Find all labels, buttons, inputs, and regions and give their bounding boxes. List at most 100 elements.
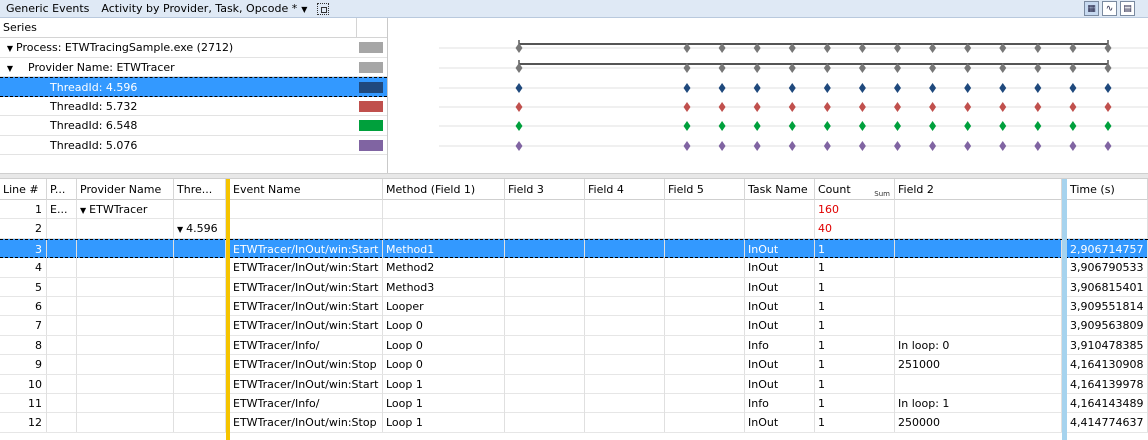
chevron-down-icon[interactable]: ▼	[301, 5, 307, 14]
event-marker[interactable]	[964, 141, 972, 151]
event-marker[interactable]	[1104, 121, 1112, 131]
table-row[interactable]: 5 ETWTracer/InOut/win:Start Method3 InOut 1 3…	[0, 277, 1148, 297]
event-marker[interactable]	[1104, 141, 1112, 151]
event-marker[interactable]	[683, 102, 691, 112]
table-row[interactable]: 2 ▼ 4.596 40	[0, 219, 1148, 239]
event-marker[interactable]	[788, 83, 796, 93]
table-row[interactable]: 7 ETWTracer/InOut/win:Start Loop 0 InOut 1 3,…	[0, 316, 1148, 336]
event-marker[interactable]	[929, 83, 937, 93]
series-color-swatch[interactable]	[359, 61, 383, 73]
graphing-divider[interactable]	[1062, 179, 1067, 440]
event-marker[interactable]	[753, 141, 761, 151]
table-row[interactable]: 12 ETWTracer/InOut/win:Stop Loop 1 InOut 1 25…	[0, 413, 1148, 433]
graph-view-icon[interactable]: ∿	[1102, 1, 1117, 16]
event-marker[interactable]	[718, 102, 726, 112]
column-header-count[interactable]: Count Sum	[815, 179, 895, 200]
event-marker[interactable]	[515, 83, 523, 93]
event-marker[interactable]	[823, 121, 831, 131]
event-graph[interactable]	[389, 18, 1148, 173]
series-color-swatch[interactable]	[359, 139, 383, 151]
event-graph-svg[interactable]	[389, 18, 1148, 173]
event-marker[interactable]	[788, 141, 796, 151]
table-row[interactable]: 11 ETWTracer/Info/Loop 1 Info 1 In loop: 1 4,…	[0, 393, 1148, 414]
series-color-swatch[interactable]	[359, 82, 383, 93]
series-row[interactable]: ThreadId: 5.076	[0, 136, 387, 155]
table-row[interactable]: 6 ETWTracer/InOut/win:Start Looper InOut 1 3,…	[0, 296, 1148, 317]
column-header-f5[interactable]: Field 5	[665, 179, 745, 200]
column-header-task[interactable]: Task Name	[745, 179, 815, 200]
series-color-swatch[interactable]	[359, 42, 383, 53]
table-row[interactable]: 4 ETWTracer/InOut/win:Start Method2 InOut 1 3…	[0, 258, 1148, 278]
event-marker[interactable]	[1034, 141, 1042, 151]
series-row[interactable]: ▼ Process: ETWTracingSample.exe (2712)	[0, 38, 387, 58]
graph-and-table-icon[interactable]: ▦	[1084, 1, 1099, 16]
column-header-f4[interactable]: Field 4	[585, 179, 665, 200]
series-color-swatch[interactable]	[359, 100, 383, 112]
expand-triangle-icon[interactable]: ▼	[4, 59, 16, 78]
column-header-thread[interactable]: Thre...	[174, 179, 226, 200]
event-marker[interactable]	[1069, 102, 1077, 112]
event-marker[interactable]	[683, 83, 691, 93]
event-marker[interactable]	[999, 83, 1007, 93]
table-row[interactable]: 8 ETWTracer/Info/Loop 0 Info 1 In loop: 0 3,9…	[0, 335, 1148, 356]
series-row[interactable]: ThreadId: 5.732	[0, 97, 387, 116]
column-header-event[interactable]: Event Name	[230, 179, 383, 200]
event-marker[interactable]	[683, 121, 691, 131]
event-marker[interactable]	[823, 83, 831, 93]
column-header-p[interactable]: P...	[47, 179, 77, 200]
event-marker[interactable]	[788, 121, 796, 131]
event-marker[interactable]	[823, 141, 831, 151]
event-marker[interactable]	[1034, 121, 1042, 131]
event-marker[interactable]	[718, 141, 726, 151]
event-marker[interactable]	[964, 121, 972, 131]
event-marker[interactable]	[515, 102, 523, 112]
event-marker[interactable]	[858, 121, 866, 131]
grid-toggle-icon[interactable]	[317, 2, 330, 15]
event-marker[interactable]	[683, 141, 691, 151]
event-marker[interactable]	[929, 102, 937, 112]
event-marker[interactable]	[964, 102, 972, 112]
preset-selector[interactable]: Activity by Provider, Task, Opcode * ▼	[101, 2, 307, 15]
series-row[interactable]: ThreadId: 6.548	[0, 116, 387, 136]
expand-triangle-icon[interactable]: ▼	[177, 225, 183, 234]
event-marker[interactable]	[753, 102, 761, 112]
event-marker[interactable]	[999, 121, 1007, 131]
series-row[interactable]: ThreadId: 4.596	[0, 77, 387, 97]
event-marker[interactable]	[929, 141, 937, 151]
event-marker[interactable]	[515, 141, 523, 151]
event-marker[interactable]	[1034, 83, 1042, 93]
column-header-f3[interactable]: Field 3	[505, 179, 585, 200]
grouping-divider[interactable]	[226, 179, 230, 440]
event-marker[interactable]	[894, 141, 901, 151]
event-marker[interactable]	[1104, 102, 1112, 112]
event-marker[interactable]	[718, 83, 726, 93]
event-marker[interactable]	[894, 121, 901, 131]
event-marker[interactable]	[515, 121, 523, 131]
series-row[interactable]: ▼ Provider Name: ETWTracer	[0, 58, 387, 78]
event-marker[interactable]	[788, 102, 796, 112]
column-header-provider[interactable]: Provider Name	[77, 179, 174, 200]
event-marker[interactable]	[753, 121, 761, 131]
table-row[interactable]: 9 ETWTracer/InOut/win:Stop Loop 0 InOut 1 251…	[0, 355, 1148, 375]
table-row[interactable]: 3 ETWTracer/InOut/win:Start Method1 InOut 1 2…	[0, 238, 1148, 259]
column-header-f2[interactable]: Field 2	[895, 179, 1062, 200]
event-marker[interactable]	[894, 83, 901, 93]
event-marker[interactable]	[1034, 102, 1042, 112]
event-marker[interactable]	[1104, 83, 1112, 93]
event-marker[interactable]	[858, 102, 866, 112]
event-marker[interactable]	[999, 102, 1007, 112]
series-color-swatch[interactable]	[359, 120, 383, 131]
column-header-method[interactable]: Method (Field 1)	[383, 179, 505, 200]
expand-triangle-icon[interactable]: ▼	[80, 206, 86, 215]
event-marker[interactable]	[823, 102, 831, 112]
event-marker[interactable]	[1069, 141, 1077, 151]
event-marker[interactable]	[1069, 121, 1077, 131]
table-row[interactable]: 1 E... ▼ ETWTracer 160	[0, 200, 1148, 220]
event-marker[interactable]	[929, 121, 937, 131]
table-row[interactable]: 10 ETWTracer/InOut/win:Start Loop 1 InOut 1 4…	[0, 374, 1148, 394]
event-marker[interactable]	[894, 102, 901, 112]
column-header-line[interactable]: Line #	[0, 179, 47, 200]
table-view-icon[interactable]: ▤	[1120, 1, 1135, 16]
event-marker[interactable]	[718, 121, 726, 131]
expand-triangle-icon[interactable]: ▼	[4, 39, 16, 58]
